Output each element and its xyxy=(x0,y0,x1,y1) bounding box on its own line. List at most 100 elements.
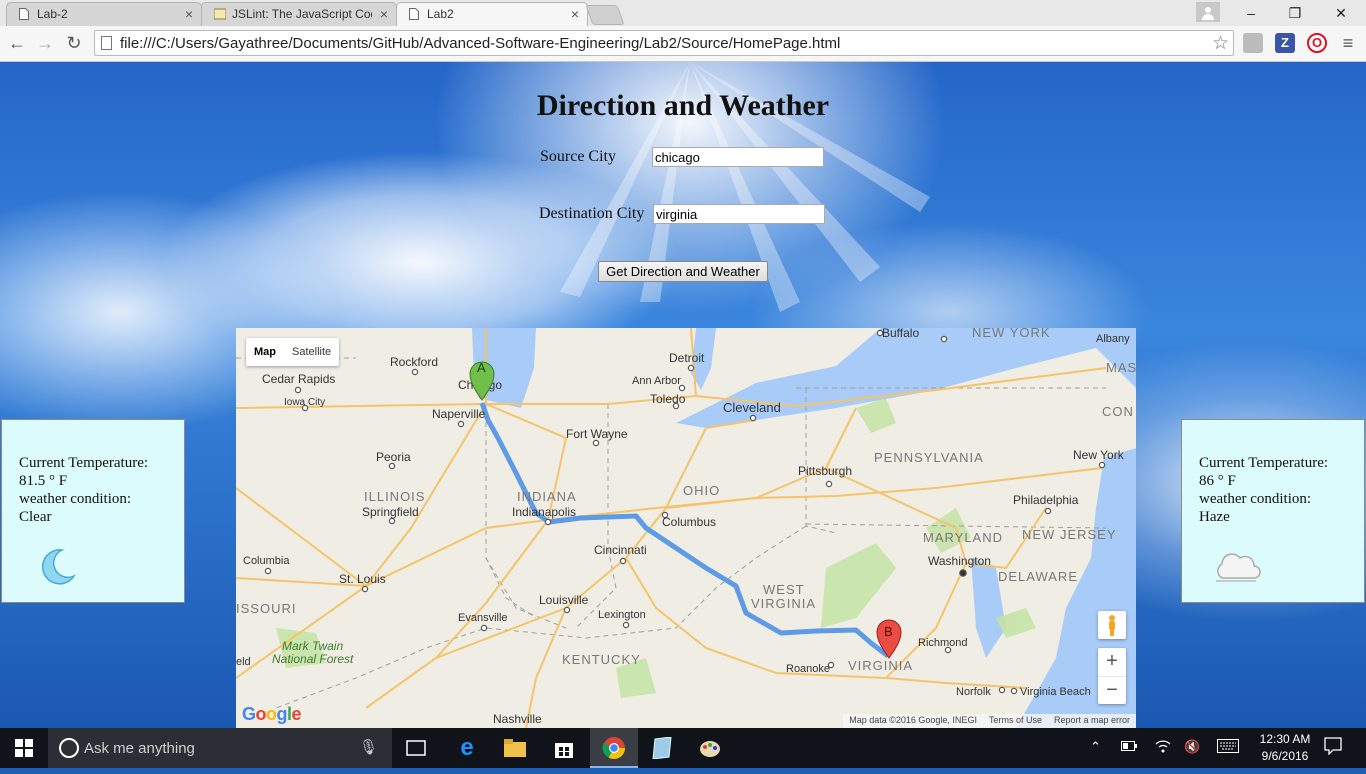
tab-close-icon[interactable]: × xyxy=(571,6,579,22)
map-canvas[interactable]: Buffalo Albany Detroit Rockford Cedar Ra… xyxy=(236,328,1136,728)
destination-city-input[interactable] xyxy=(653,204,825,224)
map-label: Philadelphia xyxy=(1013,493,1079,507)
street-view-pegman-icon[interactable] xyxy=(1098,611,1126,639)
map-label: Fort Wayne xyxy=(566,427,628,441)
direction-map[interactable]: Buffalo Albany Detroit Rockford Cedar Ra… xyxy=(236,328,1136,728)
store-icon[interactable] xyxy=(540,728,588,768)
keyboard-icon[interactable] xyxy=(1217,739,1239,756)
show-hidden-icons-chevron[interactable]: ⌃ xyxy=(1090,739,1101,755)
terms-of-use-link[interactable]: Terms of Use xyxy=(983,714,1048,728)
microphone-icon[interactable]: 🎙 xyxy=(359,738,378,756)
file-explorer-icon[interactable] xyxy=(491,728,539,768)
tab-label: Lab-2 xyxy=(37,7,68,21)
zoom-out-button[interactable]: − xyxy=(1098,677,1126,705)
map-label: Virginia Beach xyxy=(1020,686,1091,698)
map-label: Buffalo xyxy=(882,328,919,340)
page-icon xyxy=(101,36,112,50)
source-city-label: Source City xyxy=(540,148,616,165)
tab-close-icon[interactable]: × xyxy=(380,6,388,22)
marker-a-label: A xyxy=(477,360,486,375)
opera-icon[interactable]: O xyxy=(1307,33,1327,53)
map-label: Columbia xyxy=(243,555,290,567)
map-label: Cedar Rapids xyxy=(262,372,335,386)
restore-button[interactable]: ❐ xyxy=(1272,0,1318,26)
edge-browser-icon[interactable]: e xyxy=(443,728,491,768)
map-label: St. Louis xyxy=(339,572,386,586)
reload-button[interactable]: ↻ xyxy=(62,31,86,55)
battery-icon[interactable] xyxy=(1121,739,1137,754)
zoom-in-button[interactable]: + xyxy=(1098,648,1126,677)
map-type-satellite-button[interactable]: Satellite xyxy=(284,338,339,366)
bookmark-star-icon[interactable]: ☆ xyxy=(1212,32,1229,55)
map-label: Roanoke xyxy=(786,663,830,675)
map-label: OHIO xyxy=(683,483,720,498)
map-label: Nashville xyxy=(493,712,542,726)
volume-muted-icon[interactable]: 🔇 xyxy=(1184,739,1200,755)
temperature-label: Current Temperature: xyxy=(19,455,149,471)
action-center-icon[interactable] xyxy=(1324,737,1342,758)
minimize-button[interactable]: – xyxy=(1228,0,1274,26)
map-label: MARYLAND xyxy=(923,530,1003,545)
map-label: DELAWARE xyxy=(998,569,1078,584)
map-label: Pittsburgh xyxy=(798,464,852,478)
address-bar[interactable]: file:///C:/Users/Gayathree/Documents/Git… xyxy=(94,30,1234,56)
map-label: PENNSYLVANIA xyxy=(874,450,984,465)
map-type-map-button[interactable]: Map xyxy=(246,338,284,366)
map-label: Evansville xyxy=(458,612,508,624)
destination-city-label: Destination City xyxy=(539,205,645,222)
chrome-icon[interactable] xyxy=(590,728,638,768)
parks xyxy=(276,398,1036,698)
url-text: file:///C:/Users/Gayathree/Documents/Git… xyxy=(120,35,841,52)
task-view-icon[interactable] xyxy=(392,728,440,768)
temperature-value: 86 ° F xyxy=(1199,473,1236,489)
tab-lab-2[interactable]: Lab-2 × xyxy=(6,2,202,26)
condition-label: weather condition: xyxy=(19,491,132,507)
cortana-icon xyxy=(59,738,79,758)
windows-taskbar: Ask me anything 🎙 e ⌃ 🔇 12:30 AM 9/6/201… xyxy=(0,728,1366,768)
wifi-icon[interactable] xyxy=(1155,739,1171,756)
map-label: Louisville xyxy=(539,593,589,607)
notepad-icon[interactable] xyxy=(638,728,686,768)
extension-shield-icon[interactable] xyxy=(1243,33,1263,53)
map-label: New York xyxy=(1073,448,1125,462)
map-label: Lexington xyxy=(598,609,646,621)
system-clock[interactable]: 12:30 AM 9/6/2016 xyxy=(1254,731,1316,765)
report-map-error-link[interactable]: Report a map error xyxy=(1048,714,1136,728)
map-label: ISSOURI xyxy=(236,601,296,616)
map-label: ILLINOIS xyxy=(364,489,425,504)
tab-strip: Lab-2 × JSLint: The JavaScript Code × La… xyxy=(0,0,1366,27)
map-label: Springfield xyxy=(362,505,419,519)
new-tab-button[interactable] xyxy=(585,5,625,25)
map-label: Cincinnati xyxy=(594,543,647,557)
clock-date: 9/6/2016 xyxy=(1261,749,1309,763)
map-label: CON xyxy=(1102,404,1134,419)
condition-label: weather condition: xyxy=(1199,491,1312,507)
condition-value: Clear xyxy=(19,509,52,525)
map-label: Indianapolis xyxy=(512,505,576,519)
extension-z-icon[interactable]: Z xyxy=(1275,33,1295,53)
menu-icon[interactable]: ≡ xyxy=(1336,31,1360,55)
map-attribution: Map data ©2016 Google, INEGI xyxy=(849,715,977,725)
map-label: National Forest xyxy=(272,652,354,666)
page-icon xyxy=(409,8,419,20)
windows-start-icon[interactable] xyxy=(0,728,48,768)
search-placeholder: Ask me anything xyxy=(84,740,195,757)
back-button[interactable]: ← xyxy=(5,31,29,55)
map-label: Albany xyxy=(1096,333,1130,345)
tab-jslint[interactable]: JSLint: The JavaScript Code × xyxy=(201,2,397,26)
map-label: WEST xyxy=(763,582,805,597)
source-city-input[interactable] xyxy=(652,147,824,167)
tab-label: Lab2 xyxy=(427,7,454,21)
get-direction-weather-button[interactable]: Get Direction and Weather xyxy=(598,261,768,282)
cortana-search-box[interactable]: Ask me anything 🎙 xyxy=(48,728,392,768)
source-weather-panel: Current Temperature: 81.5 ° F weather co… xyxy=(1,419,185,603)
close-window-button[interactable]: ✕ xyxy=(1318,0,1364,26)
tab-lab2[interactable]: Lab2 × xyxy=(396,2,588,27)
forward-button[interactable]: → xyxy=(33,31,57,55)
browser-toolbar: ← → ↻ file:///C:/Users/Gayathree/Documen… xyxy=(0,26,1366,62)
tab-close-icon[interactable]: × xyxy=(185,6,193,22)
map-label: Richmond xyxy=(918,637,968,649)
profile-icon[interactable] xyxy=(1196,2,1220,22)
paint-icon[interactable] xyxy=(686,728,734,768)
map-label: Rockford xyxy=(390,355,438,369)
